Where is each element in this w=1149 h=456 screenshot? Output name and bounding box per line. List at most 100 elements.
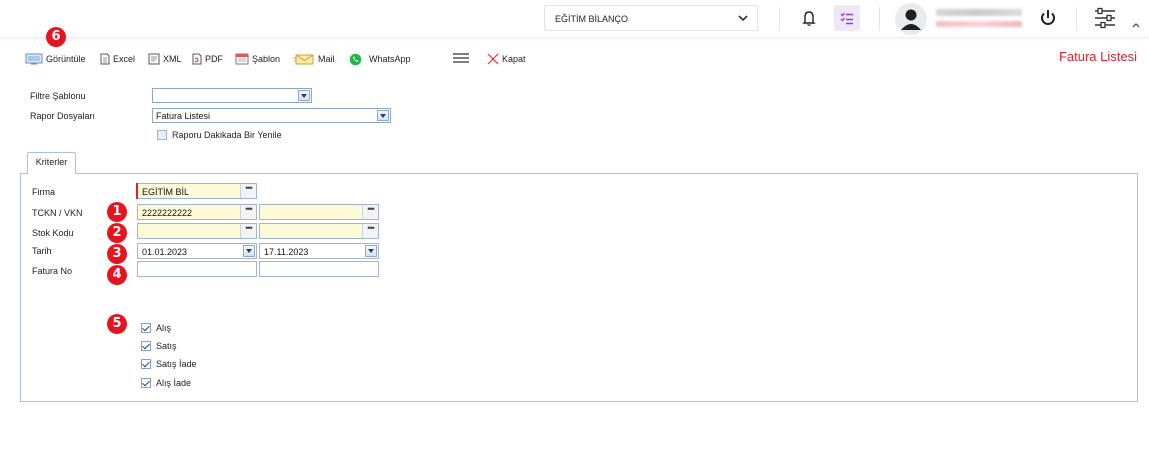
- invoice-type-checkbox[interactable]: [141, 378, 151, 388]
- mail-button[interactable]: Mail: [293, 52, 335, 66]
- view-button-label: Görüntüle: [46, 54, 86, 64]
- report-file-value: Fatura Listesi: [156, 111, 211, 121]
- invoice-type-option[interactable]: Alış İade: [141, 378, 191, 388]
- firm-value: EGİTİM BİL: [142, 187, 190, 197]
- annotation-badge: 3: [107, 244, 127, 264]
- power-icon: [1041, 10, 1055, 25]
- invoice-type-label: Satış İade: [156, 359, 197, 369]
- chevron-down-icon: [738, 15, 748, 22]
- invoice-type-checkbox[interactable]: [141, 341, 151, 351]
- tckn-to-field[interactable]: •••: [259, 204, 379, 220]
- mail-icon: [293, 54, 314, 65]
- excel-icon: [100, 53, 110, 65]
- pdf-icon: [192, 53, 202, 65]
- xml-icon: [148, 53, 160, 65]
- date-label: Tarih: [32, 246, 52, 256]
- firm-label: Firma: [32, 187, 55, 197]
- user-role-redacted: [936, 21, 1022, 27]
- tckn-label: TCKN / VKN: [32, 208, 83, 218]
- stock-to-field[interactable]: •••: [259, 223, 379, 239]
- auto-refresh-checkbox[interactable]: [157, 130, 167, 140]
- report-toolbar: Görüntüle Excel XML PDF Şablon Mail What…: [0, 40, 1149, 72]
- xml-button[interactable]: XML: [148, 52, 182, 66]
- annotation-badge: 4: [107, 265, 127, 285]
- header-divider: [779, 7, 780, 31]
- user-name-redacted: [936, 9, 1022, 16]
- template-button-label: Şablon: [252, 54, 281, 64]
- mail-button-label: Mail: [318, 54, 335, 64]
- filter-template-select[interactable]: [152, 88, 312, 103]
- lookup-ellipsis-icon[interactable]: •••: [240, 224, 256, 238]
- notifications-button[interactable]: [797, 6, 821, 30]
- annotation-badge: 2: [107, 223, 127, 243]
- logout-button[interactable]: [1037, 7, 1059, 29]
- settings-button[interactable]: [1092, 5, 1118, 31]
- chevron-up-icon[interactable]: [1131, 20, 1141, 30]
- stock-code-label: Stok Kodu: [32, 228, 74, 238]
- invoice-type-option[interactable]: Alış: [141, 323, 171, 333]
- invoice-type-checkbox[interactable]: [141, 359, 151, 369]
- annotation-badge: 1: [107, 202, 127, 222]
- stock-from-field[interactable]: •••: [137, 223, 257, 239]
- close-icon: [487, 53, 499, 65]
- date-dropdown-icon[interactable]: [365, 245, 377, 257]
- invoice-type-label: Satış: [156, 341, 177, 351]
- company-selector[interactable]: EĞİTİM BİLANÇO: [544, 5, 758, 31]
- tckn-from-value: 2222222222: [142, 208, 193, 218]
- filter-template-label: Filtre Şablonu: [30, 91, 86, 101]
- menu-icon[interactable]: [452, 52, 470, 64]
- header-divider: [1076, 7, 1077, 31]
- date-to-field[interactable]: 17.11.2023: [259, 243, 379, 259]
- invoice-type-label: Alış İade: [156, 378, 192, 388]
- lookup-ellipsis-icon[interactable]: •••: [240, 184, 256, 198]
- auto-refresh-option[interactable]: Raporu Dakikada Bir Yenile: [157, 130, 282, 140]
- view-button[interactable]: Görüntüle: [25, 52, 86, 66]
- user-avatar[interactable]: [895, 3, 927, 35]
- annotation-badge: 6: [46, 27, 66, 47]
- date-dropdown-icon[interactable]: [243, 245, 255, 257]
- bell-icon: [802, 11, 816, 26]
- date-from-value: 01.01.2023: [142, 247, 188, 257]
- tab-criteria[interactable]: Kriterler: [27, 152, 76, 174]
- lookup-ellipsis-icon[interactable]: •••: [362, 224, 378, 238]
- company-selector-value: EĞİTİM BİLANÇO: [555, 14, 629, 24]
- tasks-button[interactable]: [834, 5, 860, 31]
- date-from-field[interactable]: 01.01.2023: [137, 243, 257, 259]
- whatsapp-icon: [349, 53, 362, 65]
- excel-button-label: Excel: [113, 54, 136, 64]
- report-file-label: Rapor Dosyaları: [30, 111, 96, 121]
- close-button-label: Kapat: [502, 54, 526, 64]
- invoice-type-label: Alış: [156, 323, 172, 333]
- date-to-value: 17.11.2023: [264, 247, 309, 257]
- annotation-badge: 5: [107, 314, 127, 334]
- whatsapp-button-label: WhatsApp: [369, 54, 411, 64]
- tasks-icon: [840, 12, 853, 25]
- header-divider: [879, 7, 880, 31]
- pdf-button[interactable]: PDF: [192, 52, 223, 66]
- dropdown-arrow-icon[interactable]: [377, 110, 389, 121]
- invoice-no-from-field[interactable]: [137, 261, 257, 277]
- invoice-no-label: Fatura No: [32, 266, 73, 276]
- invoice-type-option[interactable]: Satış: [141, 341, 177, 351]
- lookup-ellipsis-icon[interactable]: •••: [240, 205, 256, 219]
- invoice-no-to-field[interactable]: [259, 261, 379, 277]
- close-button[interactable]: Kapat: [487, 52, 526, 66]
- top-header: EĞİTİM BİLANÇO: [0, 0, 1149, 38]
- sliders-icon: [1095, 7, 1115, 29]
- monitor-icon: [25, 53, 43, 65]
- lookup-ellipsis-icon[interactable]: •••: [362, 205, 378, 219]
- whatsapp-button[interactable]: WhatsApp: [349, 52, 411, 66]
- firm-field[interactable]: EGİTİM BİL •••: [137, 183, 257, 199]
- dropdown-arrow-icon[interactable]: [298, 90, 310, 101]
- template-button[interactable]: Şablon: [235, 52, 280, 66]
- page-title: Fatura Listesi: [1058, 49, 1137, 64]
- template-icon: [235, 53, 249, 65]
- invoice-type-checkbox[interactable]: [141, 323, 151, 333]
- tckn-from-field[interactable]: 2222222222 •••: [137, 204, 257, 220]
- pdf-button-label: PDF: [205, 54, 223, 64]
- user-avatar-icon: [901, 9, 921, 30]
- excel-button[interactable]: Excel: [100, 52, 135, 66]
- report-file-select[interactable]: Fatura Listesi: [152, 108, 391, 123]
- xml-button-label: XML: [163, 54, 182, 64]
- invoice-type-option[interactable]: Satış İade: [141, 359, 197, 369]
